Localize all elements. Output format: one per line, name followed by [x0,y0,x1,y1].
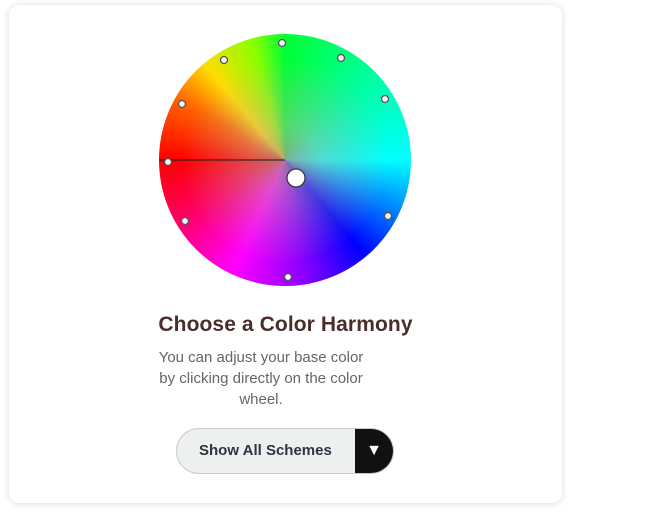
harmony-handle[interactable] [180,216,190,226]
harmony-description: You can adjust your base color by clicki… [158,349,364,408]
harmony-handle[interactable] [177,99,187,109]
dropdown-arrow-icon[interactable]: ▼ [355,429,393,473]
wheel-center-handle[interactable] [286,168,306,188]
color-wheel-overlay [159,38,393,282]
harmony-handle[interactable] [219,55,229,65]
harmony-handle[interactable] [380,94,390,104]
scheme-select-label: Show All Schemes [199,442,332,459]
harmony-handle[interactable] [336,53,346,63]
color-wheel[interactable] [159,34,411,286]
harmony-handle[interactable] [277,38,287,48]
base-color-handle[interactable] [163,157,173,167]
harmony-handle[interactable] [383,211,393,221]
harmony-title: Choose a Color Harmony [158,313,413,336]
scheme-select[interactable]: Show All Schemes ▼ [176,428,394,474]
harmony-handle[interactable] [283,272,293,282]
